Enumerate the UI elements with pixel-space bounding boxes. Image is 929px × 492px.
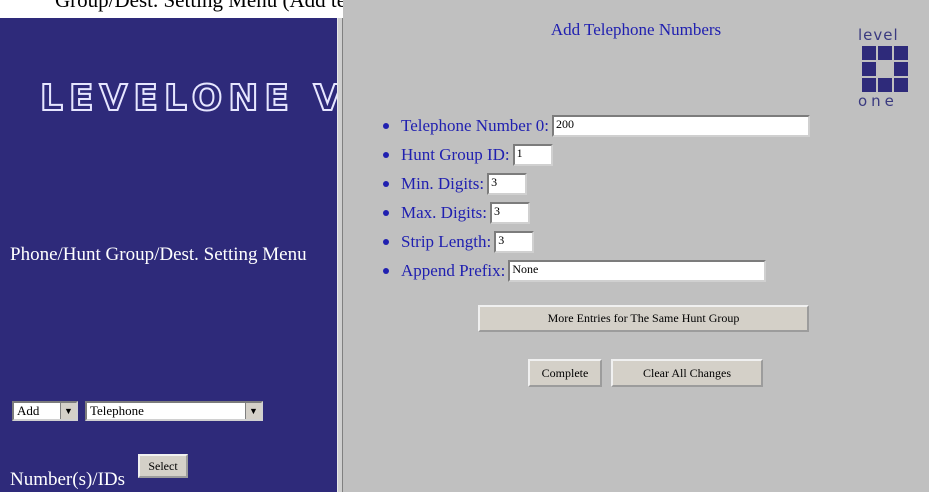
bullet-icon	[383, 268, 389, 274]
field-strip-length: Strip Length: 3	[383, 231, 535, 253]
field-telephone-number: Telephone Number 0: 200	[383, 115, 810, 137]
chevron-down-icon[interactable]: ▼	[245, 403, 261, 419]
logo-grid-icon	[862, 46, 908, 92]
level-one-logo: level one	[858, 26, 920, 110]
max-digits-input[interactable]: 3	[489, 202, 530, 224]
bullet-icon	[383, 181, 389, 187]
hunt-group-id-input[interactable]: 1	[512, 144, 553, 166]
field-label: Max. Digits:	[401, 203, 487, 222]
field-append-prefix: Append Prefix: None	[383, 260, 767, 282]
type-select[interactable]: Telephone ▼	[85, 401, 263, 421]
numbers-label: Number(s)/IDs	[10, 469, 126, 490]
bullet-icon	[383, 210, 389, 216]
field-label: Append Prefix:	[401, 261, 506, 280]
logo-top-text: level	[858, 26, 899, 44]
field-max-digits: Max. Digits: 3	[383, 202, 530, 224]
clear-all-changes-button[interactable]: Clear All Changes	[611, 359, 763, 387]
field-label: Min. Digits:	[401, 174, 485, 193]
append-prefix-input[interactable]: None	[508, 260, 767, 282]
strip-length-input[interactable]: 3	[494, 231, 535, 253]
field-hunt-group-id: Hunt Group ID: 1	[383, 144, 553, 166]
menu-title: Phone/Hunt Group/Dest. Setting Menu	[10, 244, 307, 265]
form-heading: Add Telephone Numbers	[550, 20, 722, 39]
more-entries-button[interactable]: More Entries for The Same Hunt Group	[478, 305, 809, 332]
complete-button[interactable]: Complete	[528, 359, 602, 387]
field-min-digits: Min. Digits: 3	[383, 173, 528, 195]
min-digits-input[interactable]: 3	[487, 173, 528, 195]
select-button[interactable]: Select	[138, 454, 188, 478]
field-label: Strip Length:	[401, 232, 492, 251]
type-select-value: Telephone	[90, 403, 144, 418]
chevron-down-icon[interactable]: ▼	[60, 403, 76, 419]
bullet-icon	[383, 239, 389, 245]
bullet-icon	[383, 152, 389, 158]
action-select-value: Add	[17, 403, 40, 418]
field-label: Hunt Group ID:	[401, 145, 510, 164]
action-select[interactable]: Add ▼	[12, 401, 78, 421]
logo-bottom-text: one	[858, 92, 898, 110]
left-frame: LEVELONE VOIP Phone/Hunt Group/Dest. Set…	[0, 18, 337, 492]
bullet-icon	[383, 123, 389, 129]
brand-logo: LEVELONE VOIP	[40, 78, 337, 119]
right-frame: Add Telephone Numbers level one Telephon…	[343, 0, 929, 492]
field-label: Telephone Number 0:	[401, 116, 549, 135]
telephone-number-input[interactable]: 200	[552, 115, 810, 137]
